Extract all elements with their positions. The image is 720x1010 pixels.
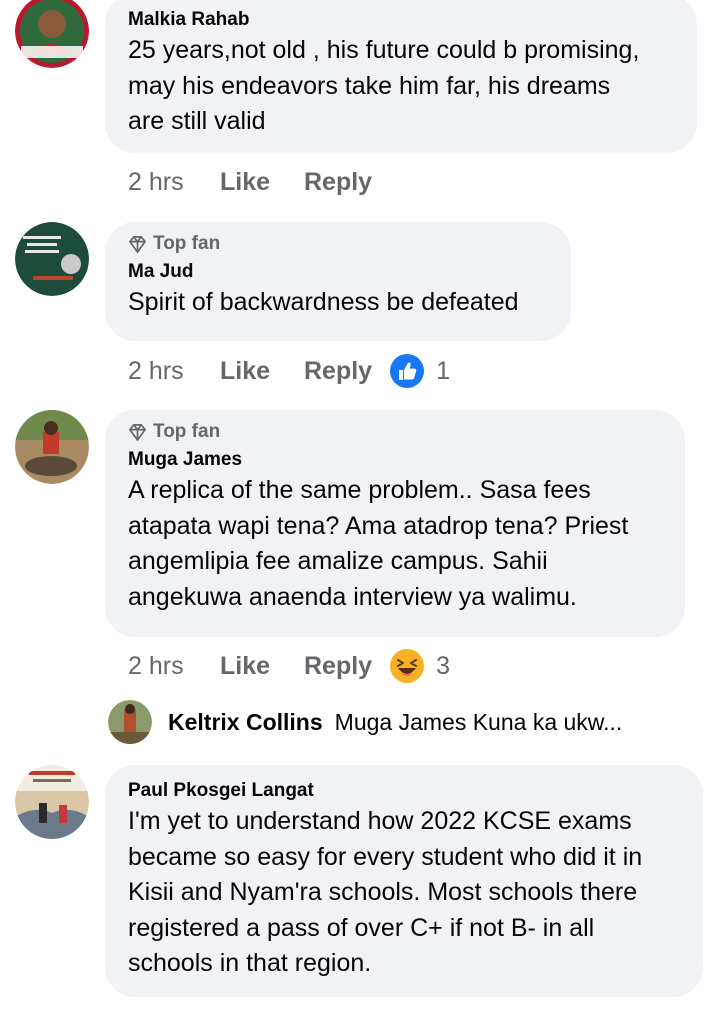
profile-photo xyxy=(15,410,89,484)
comment-bubble: Top fan Muga James A replica of the same… xyxy=(105,410,685,637)
comment-line: angekuwa anaenda interview ya walimu. xyxy=(128,582,577,611)
reaction-count: 3 xyxy=(436,651,450,680)
profile-photo xyxy=(15,0,89,68)
comment-author[interactable]: Paul Pkosgei Langat xyxy=(128,779,681,803)
diamond-icon xyxy=(129,423,146,441)
comment-actions: 2 hrs Like Reply 1 xyxy=(128,351,450,391)
like-button[interactable]: Like xyxy=(220,168,304,197)
badge-label: Top fan xyxy=(153,233,221,254)
comment-timestamp[interactable]: 2 hrs xyxy=(128,357,220,386)
comment-line: Spirit of backwardness be defeated xyxy=(128,288,519,316)
avatar[interactable] xyxy=(15,222,89,296)
badge-label: Top fan xyxy=(153,421,221,442)
like-button[interactable]: Like xyxy=(220,357,304,386)
profile-photo xyxy=(15,765,89,839)
comment-line: became so easy for every student who did… xyxy=(128,842,643,871)
avatar[interactable] xyxy=(108,700,152,744)
comment-text: 25 years,not old , his future could b pr… xyxy=(128,33,675,140)
profile-photo xyxy=(108,700,152,744)
avatar[interactable] xyxy=(15,0,89,68)
reply-text: Muga James Kuna ka ukw... xyxy=(334,708,623,735)
top-fan-badge: Top fan xyxy=(128,232,549,256)
reaction-summary[interactable]: 3 xyxy=(390,649,450,683)
comment-line: 25 years,not old , his future could b pr… xyxy=(128,36,640,64)
diamond-icon xyxy=(129,235,146,253)
reply-button[interactable]: Reply xyxy=(304,168,372,197)
comment-line: Kisii and Nyam'ra schools. Most schools … xyxy=(128,878,638,906)
comment-actions: 2 hrs Like Reply xyxy=(128,162,372,202)
reaction-summary[interactable]: 1 xyxy=(390,354,450,388)
reply-author[interactable]: Keltrix Collins xyxy=(168,709,323,736)
comment-line: may his endeavors take him far, his drea… xyxy=(128,71,611,100)
avatar[interactable] xyxy=(15,410,89,484)
top-fan-badge: Top fan xyxy=(128,420,663,444)
comment-bubble: Malkia Rahab 25 years,not old , his futu… xyxy=(105,0,697,153)
comment-text: Spirit of backwardness be defeated xyxy=(128,285,549,321)
reply-button[interactable]: Reply xyxy=(304,652,372,681)
comment-line: are still valid xyxy=(128,107,266,135)
comment-timestamp[interactable]: 2 hrs xyxy=(128,652,220,681)
comment-timestamp[interactable]: 2 hrs xyxy=(128,168,220,197)
comment-text: A replica of the same problem.. Sasa fee… xyxy=(128,473,663,615)
comment-actions: 2 hrs Like Reply 3 xyxy=(128,646,450,686)
reply-preview[interactable]: Keltrix Collins Muga James Kuna ka ukw..… xyxy=(108,700,622,744)
comment-line: I'm yet to understand how 2022 KCSE exam… xyxy=(128,807,632,835)
comment-line: A replica of the same problem.. Sasa fee… xyxy=(128,476,591,504)
comment-bubble: Paul Pkosgei Langat I'm yet to understan… xyxy=(105,765,703,997)
comment-line: atapata wapi tena? Ama atadrop tena? Pri… xyxy=(128,511,629,540)
comment-author[interactable]: Muga James xyxy=(128,448,663,472)
reaction-count: 1 xyxy=(436,356,450,385)
like-icon xyxy=(390,354,425,388)
avatar[interactable] xyxy=(15,765,89,839)
like-button[interactable]: Like xyxy=(220,652,304,681)
comment-author[interactable]: Ma Jud xyxy=(128,260,549,284)
comment-line: angemlipia fee amalize campus. Sahii xyxy=(128,547,548,575)
comment-text: I'm yet to understand how 2022 KCSE exam… xyxy=(128,804,681,982)
comment-line: schools in that region. xyxy=(128,949,372,977)
profile-photo xyxy=(15,222,89,296)
haha-icon xyxy=(390,649,425,683)
reply-button[interactable]: Reply xyxy=(304,357,372,386)
comment-line: registered a pass of over C+ if not B- i… xyxy=(128,913,595,942)
comment-author[interactable]: Malkia Rahab xyxy=(128,8,675,32)
comment-bubble: Top fan Ma Jud Spirit of backwardness be… xyxy=(105,222,571,341)
